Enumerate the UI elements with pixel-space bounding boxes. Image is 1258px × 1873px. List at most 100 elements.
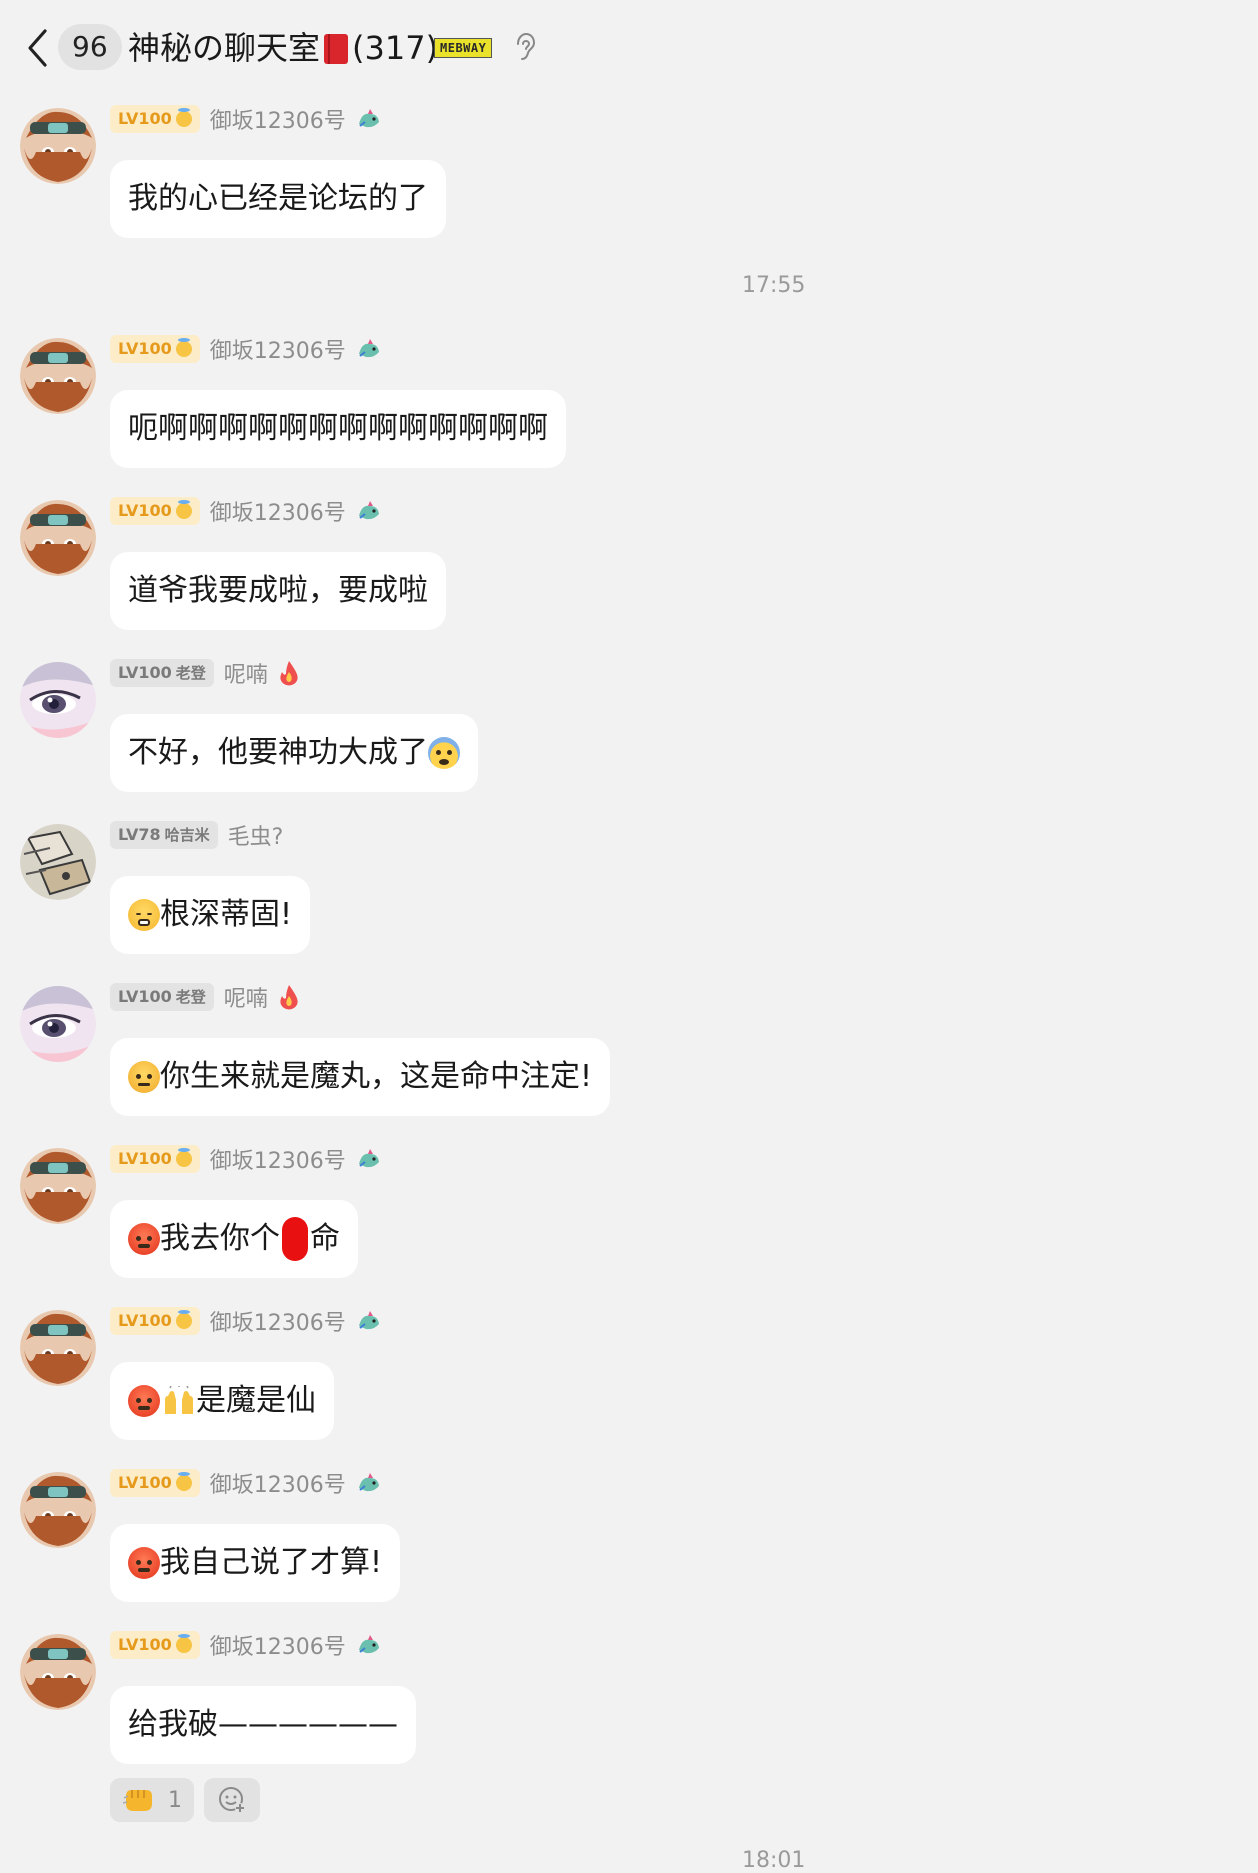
avatar-misaka[interactable] <box>20 1634 96 1710</box>
message-bubble[interactable]: 是魔是仙 <box>110 1362 334 1440</box>
avatar-hajimi[interactable] <box>20 824 96 900</box>
angel-halo-icon <box>175 500 192 519</box>
message-text: 我去你个 <box>160 1221 280 1256</box>
message-bubble[interactable]: 呃啊啊啊啊啊啊啊啊啊啊啊啊啊 <box>110 390 566 468</box>
message-bubble[interactable]: 根深蒂固! <box>110 876 311 954</box>
level-text: LV100 <box>118 1311 172 1330</box>
avatar-misaka[interactable] <box>20 1472 96 1548</box>
level-text: LV100 <box>118 1149 172 1168</box>
message-bubble[interactable]: 不好，他要神功大成了 <box>110 714 478 792</box>
avatar-misaka[interactable] <box>20 108 96 184</box>
level-text: LV100 <box>118 663 172 682</box>
flame-badge-icon <box>280 661 298 686</box>
ear-icon[interactable] <box>514 32 536 62</box>
message-bubble[interactable]: 你生来就是魔丸，这是命中注定! <box>110 1038 611 1116</box>
back-button[interactable] <box>22 26 52 70</box>
fearful-emoji-icon <box>428 737 460 769</box>
raised-hands-icon <box>165 1386 193 1414</box>
angel-halo-icon <box>175 108 192 127</box>
angry-emoji-icon <box>128 1547 160 1579</box>
sender-name[interactable]: 御坂12306号 <box>210 103 346 135</box>
reaction-fist-bump[interactable]: 1 <box>110 1778 194 1822</box>
dragon-badge-icon <box>358 1311 379 1330</box>
angel-halo-icon <box>175 1310 192 1329</box>
message-text: 是魔是仙 <box>196 1383 316 1418</box>
sender-name[interactable]: 御坂12306号 <box>210 333 346 365</box>
avatar-nina[interactable] <box>20 662 96 738</box>
message-bubble[interactable]: 给我破—————— <box>110 1686 416 1764</box>
angel-halo-icon <box>175 1148 192 1167</box>
level-title: 老登 <box>175 988 206 1006</box>
level-badge: LV100 <box>110 1145 200 1173</box>
sender-name[interactable]: 呢喃 <box>224 657 268 689</box>
level-text: LV100 <box>118 1473 172 1492</box>
avatar-misaka[interactable] <box>20 338 96 414</box>
message-meta: LV100 御坂12306号 <box>110 1630 382 1660</box>
level-badge: LV100 老登 <box>110 983 214 1011</box>
chat-title[interactable]: 神秘の聊天室 (317) <box>128 22 438 74</box>
message-bubble[interactable]: 我自己说了才算! <box>110 1524 401 1602</box>
message-meta: LV100 御坂12306号 <box>110 496 382 526</box>
level-badge: LV100 <box>110 105 200 133</box>
sender-name[interactable]: 御坂12306号 <box>210 1629 346 1661</box>
message-meta: LV100 老登 呢喃 <box>110 982 300 1012</box>
message-bubble[interactable]: 道爷我要成啦，要成啦 <box>110 552 446 630</box>
unread-count-badge[interactable]: 96 <box>58 24 122 70</box>
angel-halo-icon <box>175 1472 192 1491</box>
dragon-badge-icon <box>358 1149 379 1168</box>
message-meta: LV100 老登 呢喃 <box>110 658 300 688</box>
member-count: (317) <box>352 29 439 67</box>
chevron-left-icon <box>28 29 47 67</box>
message-text: 你生来就是魔丸，这是命中注定! <box>160 1059 593 1094</box>
level-text: LV100 <box>118 501 172 520</box>
triumph-emoji-icon <box>128 899 160 931</box>
sender-name[interactable]: 御坂12306号 <box>210 1305 346 1337</box>
dragon-badge-icon <box>358 1473 379 1492</box>
angry-emoji-icon <box>128 1223 160 1255</box>
flame-badge-icon <box>280 985 298 1010</box>
level-badge: LV100 老登 <box>110 659 214 687</box>
level-badge: LV100 <box>110 1307 200 1335</box>
angel-halo-icon <box>175 338 192 357</box>
sender-name[interactable]: 御坂12306号 <box>210 1143 346 1175</box>
annoyed-emoji-icon <box>128 1061 160 1093</box>
level-text: LV100 <box>118 109 172 128</box>
message-meta: LV100 御坂12306号 <box>110 334 382 364</box>
level-badge: LV100 <box>110 1631 200 1659</box>
message-text: 给我破—————— <box>128 1707 398 1742</box>
timestamp: 18:01 <box>742 1848 806 1873</box>
avatar-misaka[interactable] <box>20 500 96 576</box>
message-bubble[interactable]: 我去你个 命 <box>110 1200 358 1278</box>
message-text: 命 <box>310 1221 340 1256</box>
message-meta: LV78 哈吉米 毛虫? <box>110 820 283 850</box>
message-text: 我的心已经是论坛的了 <box>128 181 428 216</box>
dragon-badge-icon <box>358 1635 379 1654</box>
message-text: 根深蒂固! <box>160 897 293 932</box>
sender-name[interactable]: 呢喃 <box>224 981 268 1013</box>
level-title: 哈吉米 <box>164 826 210 844</box>
message-meta: LV100 御坂12306号 <box>110 1306 382 1336</box>
sender-name[interactable]: 毛虫? <box>228 819 284 851</box>
reaction-bar: 1 <box>110 1778 260 1822</box>
angry-emoji-icon <box>128 1385 160 1417</box>
avatar-nina[interactable] <box>20 986 96 1062</box>
group-name: 神秘の聊天室 <box>128 29 321 67</box>
message-text: 道爷我要成啦，要成啦 <box>128 573 428 608</box>
add-reaction-button[interactable] <box>204 1778 260 1822</box>
sender-name[interactable]: 御坂12306号 <box>210 1467 346 1499</box>
dragon-badge-icon <box>358 109 379 128</box>
censor-mark <box>282 1217 308 1261</box>
level-badge: LV78 哈吉米 <box>110 821 218 849</box>
level-badge: LV100 <box>110 1469 200 1497</box>
add-reaction-icon <box>219 1787 245 1813</box>
reaction-count: 1 <box>168 1787 182 1813</box>
message-bubble[interactable]: 我的心已经是论坛的了 <box>110 160 446 238</box>
chat-header: 96 神秘の聊天室 (317) MEBWAY <box>0 0 1258 96</box>
dragon-badge-icon <box>358 339 379 358</box>
sender-name[interactable]: 御坂12306号 <box>210 495 346 527</box>
avatar-misaka[interactable] <box>20 1148 96 1224</box>
message-text: 我自己说了才算! <box>160 1545 383 1580</box>
message-text: 不好，他要神功大成了 <box>128 735 428 770</box>
level-text: LV78 <box>118 825 161 844</box>
avatar-misaka[interactable] <box>20 1310 96 1386</box>
